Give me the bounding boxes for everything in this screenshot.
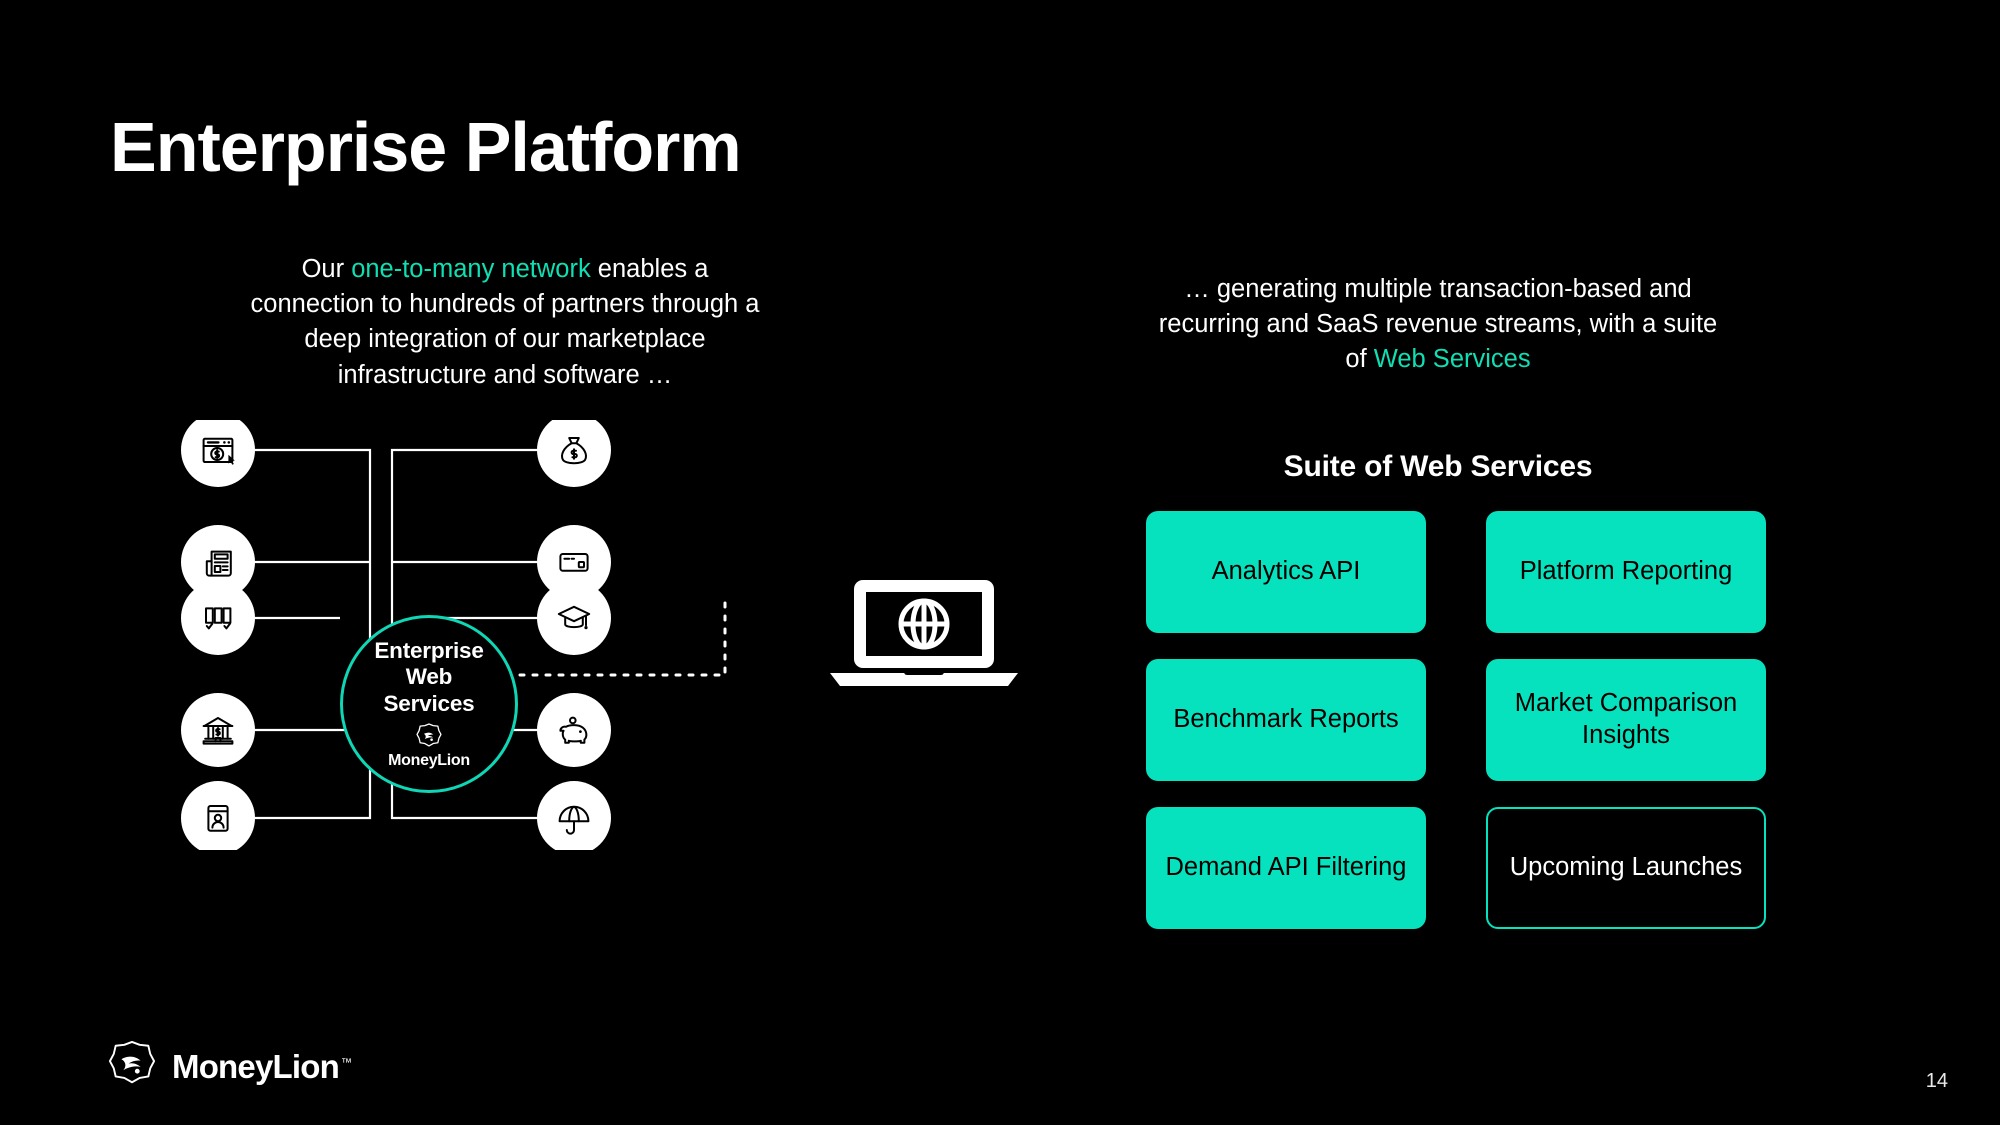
node-bank-dollar xyxy=(181,693,255,767)
page-title: Enterprise Platform xyxy=(110,108,742,186)
right-paragraph-highlight: Web Services xyxy=(1373,345,1531,374)
node-money-bag xyxy=(537,420,611,487)
moneylion-badge-icon xyxy=(416,723,442,749)
node-umbrella xyxy=(537,781,611,850)
left-intro-paragraph: Our one-to-many network enables a connec… xyxy=(240,252,770,393)
service-card-market-comparison-insights[interactable]: Market Comparison Insights xyxy=(1486,659,1766,781)
page-number: 14 xyxy=(1925,1070,1948,1092)
suite-of-web-services-heading: Suite of Web Services xyxy=(1283,450,1593,483)
service-card-platform-reporting[interactable]: Platform Reporting xyxy=(1486,511,1766,633)
node-piggy-bank xyxy=(537,693,611,767)
node-compare-cards-checkmarks xyxy=(181,581,255,655)
service-card-analytics-api[interactable]: Analytics API xyxy=(1146,511,1426,633)
right-intro-paragraph: … generating multiple transaction-based … xyxy=(1148,272,1728,378)
hub-label-line-2: Web xyxy=(405,664,453,690)
enterprise-web-services-hub: Enterprise Web Services MoneyLion xyxy=(340,615,518,793)
hub-label: Enterprise Web Services xyxy=(374,638,483,718)
left-paragraph-lead: Our xyxy=(301,255,352,283)
web-services-card-grid: Analytics API Platform Reporting Benchma… xyxy=(1146,511,1766,929)
node-graduation-cap xyxy=(537,581,611,655)
node-id-card-person xyxy=(181,781,255,850)
hub-brand-name: MoneyLion xyxy=(388,752,470,770)
footer-brand-text: MoneyLion xyxy=(172,1047,340,1085)
laptop-globe-icon xyxy=(828,578,1020,688)
footer-brand-wordmark: MoneyLion ™ xyxy=(172,1047,352,1086)
hub-label-line-1: Enterprise xyxy=(374,637,484,663)
hub-label-line-3: Services xyxy=(383,690,475,716)
node-browser-dollar-cursor xyxy=(181,420,255,487)
left-paragraph-highlight: one-to-many network xyxy=(351,255,591,283)
footer-moneylion-logo: MoneyLion ™ xyxy=(108,1040,352,1093)
service-card-upcoming-launches[interactable]: Upcoming Launches xyxy=(1486,807,1766,929)
service-card-demand-api-filtering[interactable]: Demand API Filtering xyxy=(1146,807,1426,929)
service-card-benchmark-reports[interactable]: Benchmark Reports xyxy=(1146,659,1426,781)
trademark-symbol: ™ xyxy=(340,1056,352,1069)
moneylion-badge-icon xyxy=(108,1040,156,1093)
